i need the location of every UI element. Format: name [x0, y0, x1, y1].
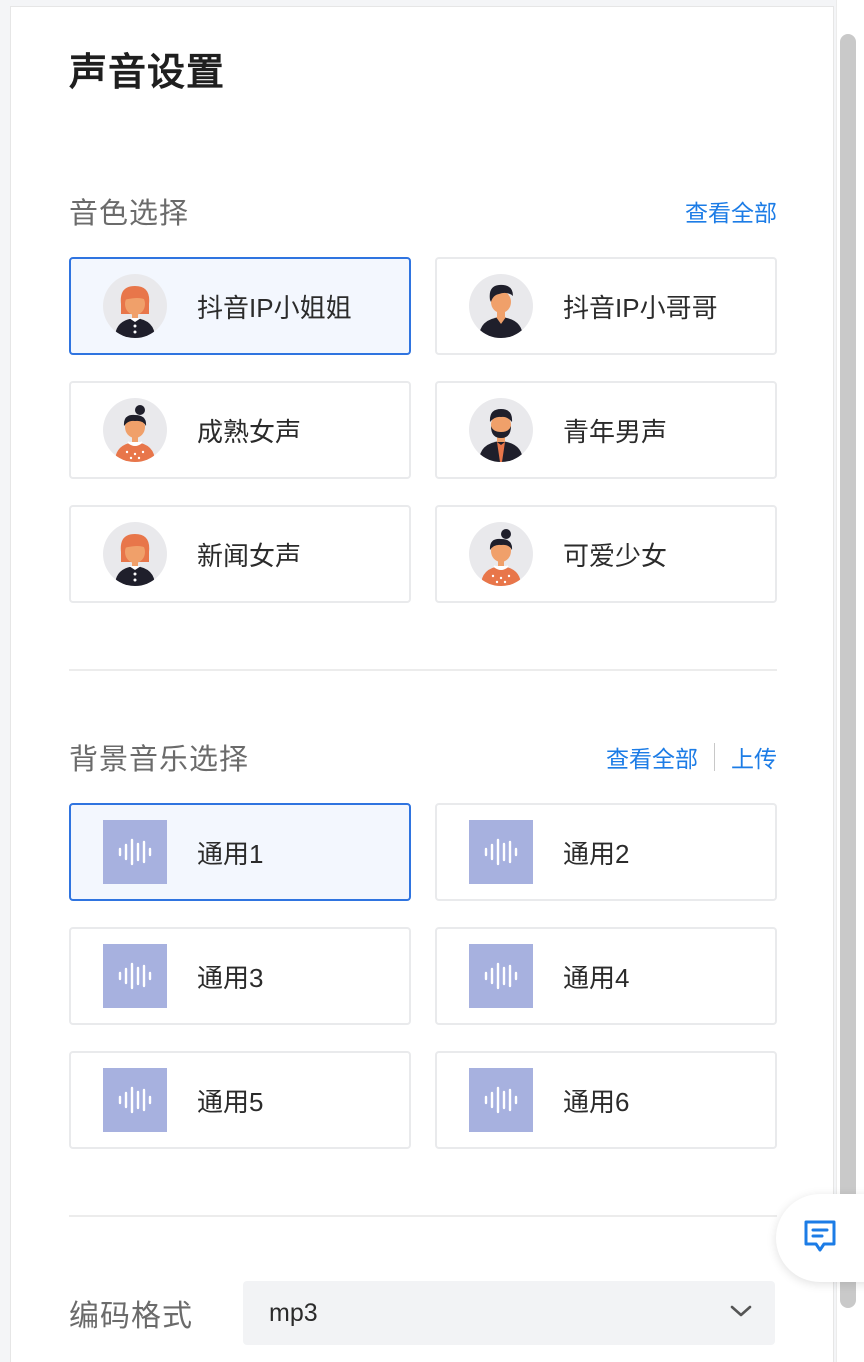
- female-red-hair-avatar: [103, 522, 167, 586]
- scrollbar-thumb[interactable]: [840, 34, 856, 1308]
- sound-wave-icon: [103, 820, 167, 884]
- female-red-hair-avatar: [103, 274, 167, 338]
- voice-card-label: 抖音IP小哥哥: [563, 292, 718, 323]
- female-bun-avatar: [103, 398, 167, 462]
- voice-card[interactable]: 抖音IP小哥哥: [435, 257, 777, 355]
- feedback-message-icon: [802, 1218, 838, 1259]
- voice-grid: 抖音IP小姐姐 抖音IP小哥哥 成熟女声 青年男声 新闻女声 可爱少女: [69, 257, 777, 603]
- music-card[interactable]: 通用1: [69, 803, 411, 901]
- sound-wave-icon: [469, 944, 533, 1008]
- sound-wave-icon: [103, 1068, 167, 1132]
- voice-view-all-link[interactable]: 查看全部: [685, 194, 777, 228]
- male-dark-hair-avatar: [469, 274, 533, 338]
- voice-card-label: 成熟女声: [197, 416, 302, 447]
- voice-section-title: 音色选择: [69, 198, 190, 230]
- music-card-label: 通用2: [563, 838, 630, 869]
- voice-card-label: 新闻女声: [197, 540, 302, 571]
- voice-card-label: 可爱少女: [563, 540, 668, 571]
- music-card[interactable]: 通用6: [435, 1051, 777, 1149]
- sound-wave-icon: [469, 1068, 533, 1132]
- music-card[interactable]: 通用4: [435, 927, 777, 1025]
- voice-card[interactable]: 新闻女声: [69, 505, 411, 603]
- voice-card-label: 抖音IP小姐姐: [197, 292, 352, 323]
- music-section-header: 背景音乐选择 查看全部 上传: [69, 737, 777, 777]
- section-divider: [69, 1215, 777, 1217]
- voice-card[interactable]: 可爱少女: [435, 505, 777, 603]
- encoding-format-value: mp3: [269, 1298, 318, 1327]
- music-card-label: 通用5: [197, 1086, 264, 1117]
- section-divider: [69, 669, 777, 671]
- music-card-label: 通用3: [197, 962, 264, 993]
- voice-card[interactable]: 抖音IP小姐姐: [69, 257, 411, 355]
- music-grid: 通用1 通用2 通用3 通用4 通用5 通用6: [69, 803, 777, 1149]
- link-divider: [714, 743, 715, 771]
- voice-section-actions: 查看全部: [685, 194, 777, 228]
- encoding-format-select[interactable]: mp3: [243, 1281, 775, 1345]
- voice-settings-panel: 声音设置 音色选择 查看全部 抖音IP小姐姐 抖音IP小哥哥 成熟女声 青年男声…: [10, 6, 834, 1362]
- chevron-down-icon: [729, 1304, 753, 1323]
- female-bun-avatar: [469, 522, 533, 586]
- music-card[interactable]: 通用3: [69, 927, 411, 1025]
- music-card-label: 通用1: [197, 838, 264, 869]
- page-title: 声音设置: [69, 52, 226, 94]
- music-section-title: 背景音乐选择: [69, 744, 250, 776]
- voice-section-header: 音色选择 查看全部: [69, 191, 777, 231]
- voice-card[interactable]: 青年男声: [435, 381, 777, 479]
- feedback-button[interactable]: [776, 1194, 864, 1282]
- music-upload-link[interactable]: 上传: [731, 740, 777, 774]
- music-card-label: 通用4: [563, 962, 630, 993]
- music-card-label: 通用6: [563, 1086, 630, 1117]
- music-section-actions: 查看全部 上传: [606, 740, 777, 774]
- voice-card-label: 青年男声: [563, 416, 668, 447]
- sound-wave-icon: [103, 944, 167, 1008]
- encoding-format-row: 编码格式 mp3: [69, 1281, 777, 1345]
- sound-wave-icon: [469, 820, 533, 884]
- music-card[interactable]: 通用2: [435, 803, 777, 901]
- male-beard-avatar: [469, 398, 533, 462]
- encoding-format-label: 编码格式: [69, 1300, 193, 1333]
- music-card[interactable]: 通用5: [69, 1051, 411, 1149]
- music-view-all-link[interactable]: 查看全部: [606, 740, 698, 774]
- voice-card[interactable]: 成熟女声: [69, 381, 411, 479]
